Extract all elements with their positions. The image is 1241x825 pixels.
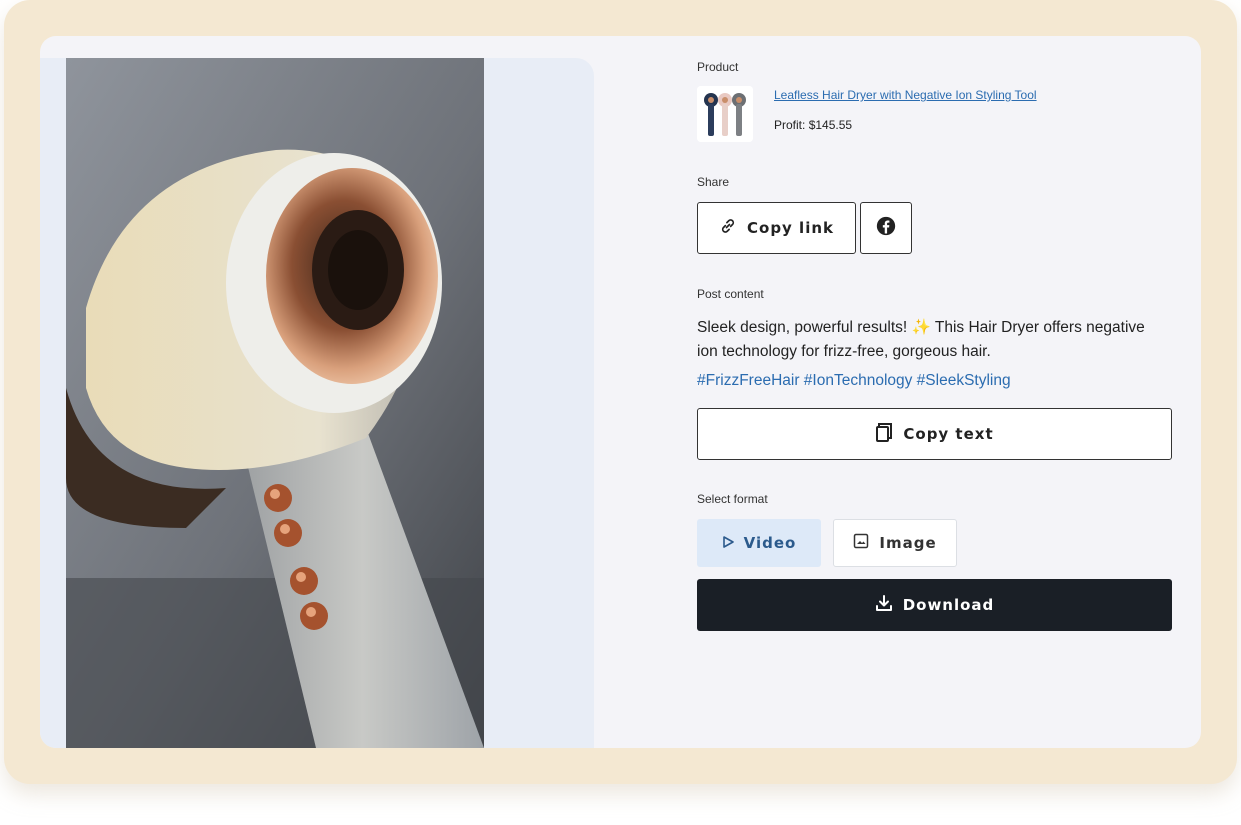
post-text: Sleek design, powerful results! ✨ This H… [697,319,1145,360]
product-section-label: Product [697,60,739,74]
format-image-button[interactable]: Image [833,519,957,567]
format-video-button[interactable]: Video [697,519,821,567]
share-section-label: Share [697,175,730,189]
copy-text-button[interactable]: Copy text [697,408,1172,460]
product-name-link[interactable]: Leafless Hair Dryer with Negative Ion St… [774,88,1037,102]
image-icon [853,533,869,553]
profit-label: Profit: [774,118,806,132]
download-button[interactable]: Download [697,579,1172,631]
product-profit: Profit: $145.55 [774,118,852,132]
link-icon [719,217,737,239]
format-video-label: Video [743,534,797,552]
media-preview-panel [40,58,594,748]
post-content-label: Post content [697,287,764,301]
format-image-label: Image [879,534,937,552]
product-photo [66,58,484,748]
post-hashtags: #FrizzFreeHair #IonTechnology #SleekStyl… [697,372,1011,389]
share-sidebar: Product Leafless Hair Dryer with Negativ… [697,36,1173,748]
share-card: Product Leafless Hair Dryer with Negativ… [40,36,1201,748]
copy-link-button[interactable]: Copy link [697,202,856,254]
copy-link-label: Copy link [747,219,834,237]
product-thumbnail [697,86,753,142]
select-format-label: Select format [697,492,768,506]
profit-value: $145.55 [808,118,853,132]
copy-text-label: Copy text [903,425,994,443]
play-icon [722,534,734,552]
download-label: Download [902,596,995,614]
copy-icon [875,422,893,446]
download-icon [875,594,893,616]
facebook-share-button[interactable] [860,202,912,254]
facebook-icon [876,216,896,240]
